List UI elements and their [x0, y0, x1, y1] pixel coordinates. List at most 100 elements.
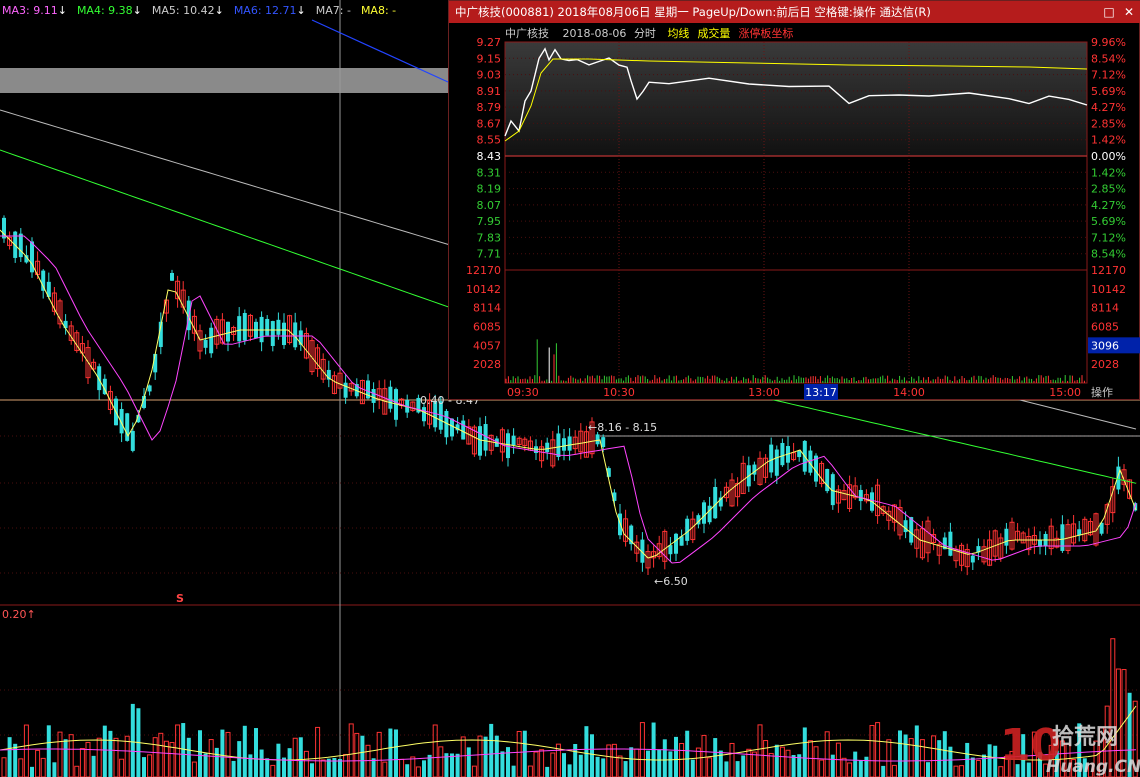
volume-bar	[63, 739, 68, 777]
close-icon[interactable]: ✕	[1121, 4, 1137, 20]
volume-bar	[142, 757, 146, 777]
price-axis-label: 9.15	[477, 52, 502, 65]
volume-bar	[225, 731, 231, 777]
volume-bar	[527, 765, 533, 777]
volume-bar	[102, 725, 107, 777]
action-label[interactable]: 操作	[1091, 384, 1113, 400]
candle-body	[270, 321, 275, 346]
volume-bar	[590, 734, 594, 777]
candle-body	[1060, 524, 1065, 551]
candle-body	[130, 430, 135, 451]
candle-body	[203, 339, 208, 348]
price-axis-label: 7.83	[477, 231, 502, 244]
volume-bar	[668, 751, 673, 777]
volume-bar	[220, 729, 225, 777]
candle-body	[702, 502, 706, 524]
stock-name: 中广核技	[505, 27, 549, 40]
volume-bar	[79, 748, 85, 777]
volume-bar	[382, 761, 388, 777]
candle-body	[858, 489, 863, 502]
volume-bar	[270, 764, 276, 777]
candle-body	[601, 437, 606, 448]
volume-bar	[348, 723, 354, 777]
percent-axis-label: 9.96%	[1091, 36, 1126, 49]
time-axis-label: 15:00	[1049, 386, 1081, 399]
volume-bar	[108, 730, 113, 777]
low-price-annotation: ←6.50	[654, 575, 688, 588]
volume-bar	[18, 758, 24, 777]
volume-bar	[466, 747, 471, 777]
volume-bar	[438, 746, 444, 777]
volume-bar	[432, 724, 438, 777]
ma-legend-item: MA5: 10.42↓	[151, 3, 224, 17]
volume-bar	[718, 750, 723, 777]
candle-body	[556, 433, 561, 457]
percent-axis-label: 2.85%	[1091, 117, 1126, 130]
volume-bar	[735, 761, 740, 777]
candle-body	[388, 386, 393, 409]
percent-axis-label: 2.85%	[1091, 183, 1126, 196]
popup-title-text: 中广核技(000881) 2018年08月06日 星期一 PageUp/Down…	[455, 5, 931, 19]
volume-bar	[751, 751, 757, 777]
price-axis-label: 8.79	[477, 101, 502, 114]
price-axis-label: 8.31	[477, 166, 502, 179]
maximize-icon[interactable]: □	[1101, 4, 1117, 20]
candle-body	[903, 520, 908, 533]
volume-bar	[214, 747, 219, 777]
volume-bar	[1, 757, 7, 777]
intraday-popup-window[interactable]: 9.27 9.96% 9.15 8.54% 9.03 7.12% 8.91 5.69% 8.79…	[448, 0, 1140, 400]
intraday-chart[interactable]: 9.27 9.96% 9.15 8.54% 9.03 7.12% 8.91 5.69% 8.79…	[449, 1, 1140, 401]
volume-axis-label: 10142	[466, 283, 501, 296]
candle-body	[707, 505, 712, 523]
candle-body	[450, 418, 454, 437]
volume-bar	[343, 753, 349, 777]
ma-legend-item: MA8: -	[360, 3, 397, 17]
candle-body	[948, 531, 953, 556]
volume-bar	[606, 744, 612, 777]
site-watermark-logo: 10 拾荒网 Huang.CN	[1000, 720, 1140, 777]
volume-bar	[634, 748, 640, 777]
ma-legend-item: MA7: -	[315, 3, 351, 17]
volume-bar	[292, 737, 298, 777]
volume-bar	[310, 763, 314, 777]
time-axis-label: 10:30	[603, 386, 635, 399]
volume-bar	[690, 759, 695, 777]
volume-bar	[259, 749, 264, 777]
candle-body	[276, 319, 281, 335]
ma-legend-bar: MA3: 9.11↓ MA4: 9.38↓ MA5: 10.42↓ MA6: 12.7…	[0, 0, 450, 20]
price-axis-label: 7.95	[477, 215, 502, 228]
volume-bar	[824, 731, 830, 777]
volume-bar	[679, 742, 685, 777]
volume-bar	[539, 749, 545, 777]
ma-legend-item: MA4: 9.38↓	[76, 3, 142, 17]
volume-bar	[942, 731, 947, 777]
volume-axis-label: 2028	[1091, 358, 1119, 371]
percent-axis-label: 5.69%	[1091, 215, 1126, 228]
volume-bar	[695, 747, 701, 777]
intraday-legend-item: 涨停板坐标	[738, 27, 794, 40]
time-axis-label: 14:00	[893, 386, 925, 399]
cursor-time-label: 13:17	[805, 386, 837, 399]
volume-bar	[405, 764, 410, 777]
volume-bar	[853, 751, 858, 777]
volume-bar	[46, 725, 51, 777]
time-axis-label: 09:30	[507, 386, 539, 399]
intraday-header: 中广核技 2018-08-06 分时 均线 成交量 涨停板坐标	[505, 25, 793, 41]
volume-bar	[208, 739, 214, 777]
candle-body	[909, 517, 914, 543]
ma-legend-item: MA6: 12.71↓	[233, 3, 306, 17]
volume-bar	[376, 731, 382, 777]
range-price-annotation: ←8.16 - 8.15	[588, 421, 658, 434]
percent-axis-label: 4.27%	[1091, 199, 1126, 212]
percent-axis-label: 5.69%	[1091, 85, 1126, 98]
volume-indicator-label: 0.20↑	[2, 608, 36, 621]
volume-bar	[30, 766, 34, 777]
volume-bar	[533, 751, 539, 777]
volume-bar	[550, 752, 556, 777]
popup-title-bar[interactable]: 中广核技(000881) 2018年08月06日 星期一 PageUp/Down…	[449, 1, 1140, 23]
candle-body	[769, 444, 774, 473]
volume-axis-label: 4057	[473, 339, 501, 352]
volume-bar	[741, 755, 746, 777]
current-volume-value: 3096	[1091, 339, 1119, 352]
price-axis-label: 7.71	[477, 248, 502, 261]
